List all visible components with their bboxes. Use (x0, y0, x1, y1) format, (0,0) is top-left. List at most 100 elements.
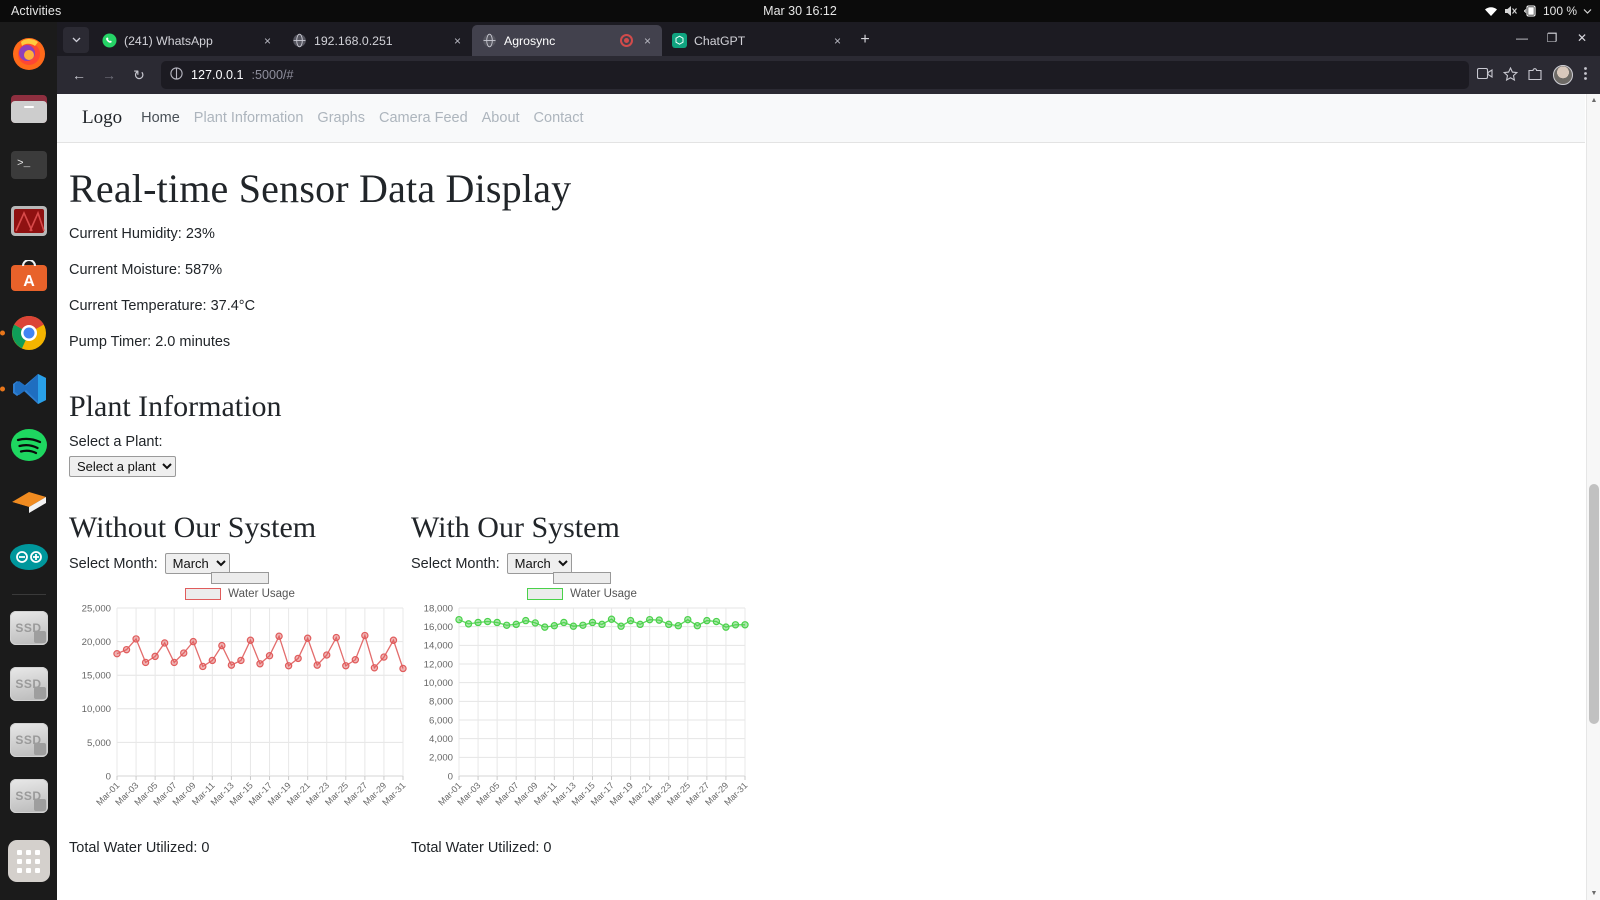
dock-item-ssd-4[interactable]: SSD (8, 775, 50, 817)
dock-item-ssd-2[interactable]: SSD (8, 663, 50, 705)
close-tab-icon[interactable]: × (260, 34, 275, 48)
nav-link-graphs[interactable]: Graphs (317, 110, 365, 126)
grid-icon (7, 840, 50, 882)
back-button[interactable]: ← (65, 61, 93, 89)
dock-item-arduino-ide[interactable] (8, 536, 50, 578)
ubuntu-dock[interactable]: >_ A SSD SSD SSD SSD (0, 22, 57, 900)
chart-without-our-system[interactable]: Water Usage 0 5,000 10,000 15,000 20,000 25,0… (69, 572, 411, 832)
address-bar[interactable]: 127.0.0.1:5000/# (161, 61, 1469, 89)
system-tray[interactable]: 100 % (1484, 4, 1592, 18)
dock-item-ssd-1[interactable]: SSD (8, 607, 50, 649)
dock-item-firefox[interactable] (8, 32, 50, 74)
with-month-row: Select Month: March (411, 553, 753, 574)
close-tab-icon[interactable]: × (640, 34, 655, 48)
legend-label: Water Usage (570, 588, 637, 600)
activities-button[interactable]: Activities (11, 4, 61, 18)
chart-canvas-right: 0 2,000 4,000 6,000 8,000 10,000 12,000 14,000 1… (424, 603, 750, 807)
os-clock[interactable]: Mar 30 16:12 (763, 4, 837, 18)
dock-item-terminal[interactable]: >_ (8, 144, 50, 186)
legend-label: Water Usage (228, 588, 295, 600)
tab-recording-icon[interactable] (620, 34, 633, 47)
navigation-toolbar: ← → ↻ 127.0.0.1:5000/# (57, 56, 1600, 94)
svg-text:15,000: 15,000 (82, 671, 111, 682)
dock-item-vscode[interactable] (0, 368, 50, 410)
scrollbar-thumb[interactable] (1589, 484, 1599, 724)
chevron-down-icon[interactable] (1583, 8, 1592, 15)
with-our-system-column: With Our System Select Month: March Wate… (411, 511, 753, 856)
site-navbar: Logo Home Plant Information Graphs Camer… (57, 94, 1585, 143)
legend-clipped-box (553, 572, 611, 584)
dock-item-chrome[interactable] (0, 312, 50, 354)
show-applications-button[interactable] (7, 840, 50, 882)
extensions-icon[interactable] (1528, 67, 1543, 84)
new-tab-button[interactable]: + (852, 27, 878, 53)
nav-link-home[interactable]: Home (141, 110, 180, 126)
legend-swatch (185, 588, 222, 600)
close-tab-icon[interactable]: × (450, 34, 465, 48)
browser-tab-chatgpt[interactable]: ChatGPT × (662, 25, 852, 56)
browser-tab-whatsapp[interactable]: (241) WhatsApp × (92, 25, 282, 56)
chart-legend-left: Water Usage (69, 572, 411, 600)
with-our-system-heading: With Our System (411, 511, 620, 544)
window-close-button[interactable]: ✕ (1568, 26, 1596, 50)
page-content: Real-time Sensor Data Display Current Hu… (57, 143, 1585, 856)
scroll-down-icon[interactable]: ▼ (1587, 887, 1600, 900)
dock-item-spotify[interactable] (8, 424, 50, 466)
svg-text:0: 0 (106, 771, 111, 782)
running-indicator (0, 330, 5, 336)
without-our-system-heading: Without Our System (69, 511, 317, 544)
svg-text:A: A (23, 273, 35, 290)
nav-link-plant-information[interactable]: Plant Information (194, 110, 304, 126)
svg-text:>_: >_ (17, 158, 31, 170)
month-select-right[interactable]: March (506, 553, 572, 574)
month-label-right: Select Month: (411, 555, 500, 572)
app-menu-icon[interactable] (1583, 66, 1588, 84)
tab-strip: (241) WhatsApp × 192.168.0.251 × Agrosyn… (57, 22, 1600, 56)
legend-swatch (527, 588, 564, 600)
humidity-reading: Current Humidity: 23% (69, 226, 215, 242)
svg-text:12,000: 12,000 (424, 659, 453, 670)
dock-item-ubuntu-software[interactable]: A (8, 256, 50, 298)
comparison-section: Without Our System Select Month: March W… (69, 511, 1585, 856)
moisture-reading: Current Moisture: 587% (69, 262, 223, 278)
page-scrollbar[interactable]: ▲ ▼ (1586, 94, 1600, 900)
browser-tab-agrosync[interactable]: Agrosync × (472, 25, 662, 56)
plant-select[interactable]: Select a plant (69, 456, 176, 477)
url-host: 127.0.0.1 (191, 68, 244, 82)
scroll-up-icon[interactable]: ▲ (1587, 94, 1600, 107)
without-month-row: Select Month: March (69, 553, 411, 574)
nav-link-camera-feed[interactable]: Camera Feed (379, 110, 468, 126)
forward-button[interactable]: → (95, 61, 123, 89)
reload-button[interactable]: ↻ (125, 61, 153, 89)
svg-text:25,000: 25,000 (82, 603, 111, 614)
minimize-button[interactable]: — (1508, 26, 1536, 50)
chart-canvas-left: 05,00010,00015,00020,00025,000Mar-01Mar-… (82, 603, 408, 807)
os-top-bar: Activities Mar 30 16:12 100 % (0, 0, 1600, 22)
site-info-icon[interactable] (170, 67, 183, 83)
screenshot-icon[interactable] (1476, 67, 1493, 83)
select-plant-label: Select a Plant: (69, 434, 163, 450)
maximize-button[interactable]: ❐ (1538, 26, 1566, 50)
ssd-label: SSD (9, 611, 48, 645)
month-select-left[interactable]: March (164, 553, 230, 574)
nav-link-about[interactable]: About (482, 110, 520, 126)
dock-item-red-app[interactable] (8, 200, 50, 242)
svg-text:18,000: 18,000 (424, 603, 453, 614)
svg-text:16,000: 16,000 (424, 622, 453, 633)
browser-tab-192-168-0-251[interactable]: 192.168.0.251 × (282, 25, 472, 56)
nav-link-contact[interactable]: Contact (534, 110, 584, 126)
total-water-right: Total Water Utilized: 0 (411, 840, 552, 856)
svg-text:2,000: 2,000 (429, 753, 453, 764)
close-tab-icon[interactable]: × (830, 34, 845, 48)
account-avatar[interactable] (1553, 65, 1573, 85)
site-logo[interactable]: Logo (82, 107, 122, 129)
bookmark-star-icon[interactable] (1502, 66, 1519, 84)
dock-item-prusa-slicer[interactable] (8, 480, 50, 522)
svg-text:20,000: 20,000 (82, 637, 111, 648)
list-all-tabs-button[interactable] (63, 27, 89, 53)
dock-item-ssd-3[interactable]: SSD (8, 719, 50, 761)
chatgpt-icon (672, 33, 687, 48)
dock-item-files[interactable] (8, 88, 50, 130)
chart-with-our-system[interactable]: Water Usage 0 2,000 4,000 6,000 8,000 10,000 1… (411, 572, 753, 832)
globe-icon (292, 33, 307, 48)
